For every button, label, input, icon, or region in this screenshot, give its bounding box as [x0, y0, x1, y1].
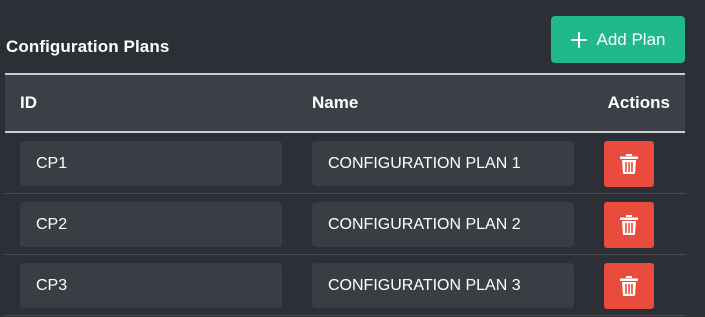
- plan-id-field[interactable]: CP2: [20, 202, 282, 247]
- plus-icon: [570, 31, 587, 48]
- column-header-actions: Actions: [607, 93, 670, 112]
- plan-id-field[interactable]: CP1: [20, 141, 282, 186]
- trash-icon: [620, 215, 638, 235]
- configuration-plans-table: ID Name Actions CP1 CONFIGURATION PLAN 1…: [5, 73, 685, 316]
- table-row: CP3 CONFIGURATION PLAN 3: [5, 255, 685, 316]
- plan-name-field[interactable]: CONFIGURATION PLAN 2: [312, 202, 574, 247]
- plan-name-field[interactable]: CONFIGURATION PLAN 3: [312, 263, 574, 308]
- delete-plan-button[interactable]: [604, 141, 654, 187]
- column-header-name: Name: [312, 93, 359, 112]
- table-header-row: ID Name Actions: [5, 75, 685, 133]
- delete-plan-button[interactable]: [604, 263, 654, 309]
- page-title: Configuration Plans: [6, 37, 170, 56]
- trash-icon: [620, 276, 638, 296]
- delete-plan-button[interactable]: [604, 202, 654, 248]
- plan-id-field[interactable]: CP3: [20, 263, 282, 308]
- column-header-id: ID: [20, 93, 37, 112]
- trash-icon: [620, 154, 638, 174]
- table-row: CP1 CONFIGURATION PLAN 1: [5, 133, 685, 194]
- plan-name-field[interactable]: CONFIGURATION PLAN 1: [312, 141, 574, 186]
- add-plan-button[interactable]: Add Plan: [551, 16, 685, 63]
- table-row: CP2 CONFIGURATION PLAN 2: [5, 194, 685, 255]
- add-plan-button-label: Add Plan: [596, 29, 666, 49]
